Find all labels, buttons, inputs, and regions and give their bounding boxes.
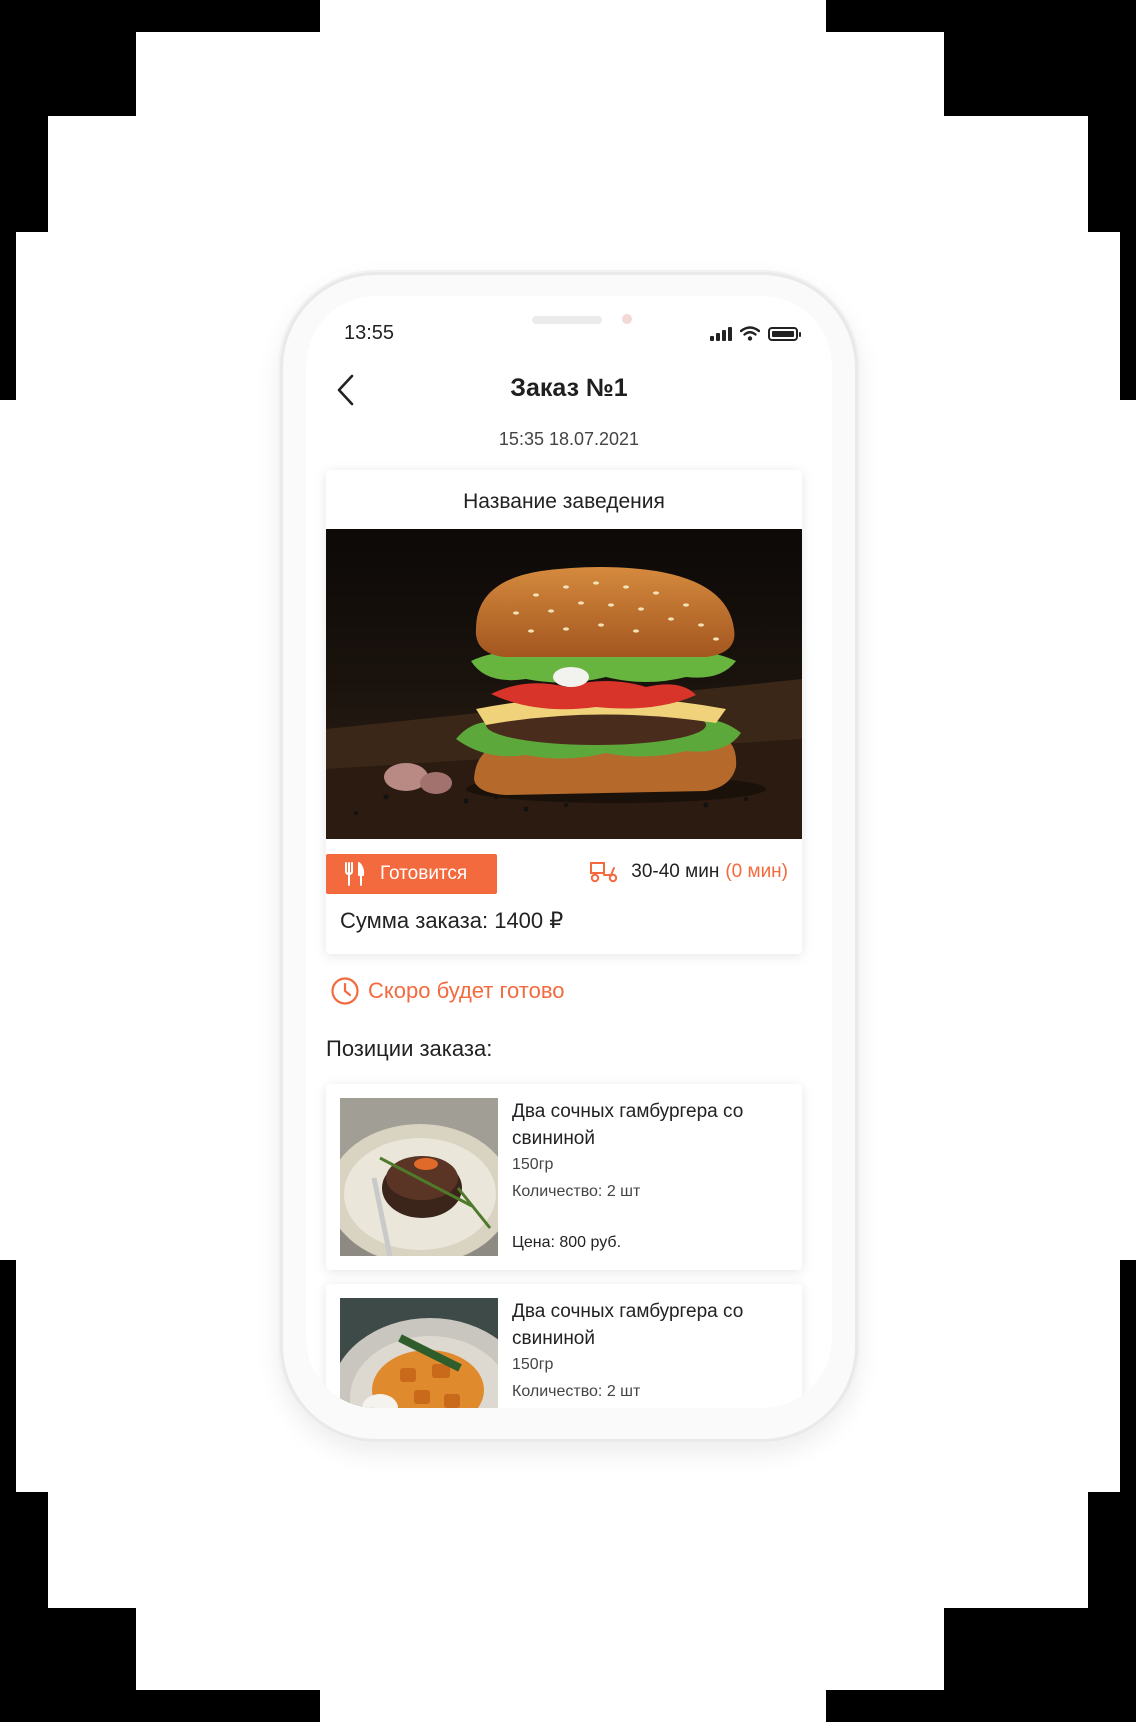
delivery-delay: (0 мин) [725, 861, 788, 882]
page-title: Заказ №1 [510, 374, 628, 402]
venue-name: Название заведения [463, 490, 665, 513]
item-title: Два сочных гамбургера со свининой [512, 1101, 744, 1149]
order-item-card[interactable]: Два сочных гамбургера со свининой 150гр … [326, 1084, 802, 1270]
curry-photo [340, 1298, 498, 1408]
camera-dot [622, 314, 632, 324]
venue-card[interactable]: Название заведения Готовится 30-40 мин (… [326, 470, 802, 954]
wifi-icon [740, 326, 760, 341]
ready-notice: Скоро будет готово [330, 976, 565, 1006]
signal-icon [710, 327, 732, 341]
speaker-grille [532, 316, 602, 324]
order-datetime: 15:35 18.07.2021 [498, 429, 640, 449]
fork-knife-icon [345, 862, 365, 886]
item-quantity: Количество: 2 шт [512, 1383, 641, 1400]
order-total: Сумма заказа: 1400 ₽ [340, 908, 564, 933]
item-title: Два сочных гамбургера со свининой [512, 1301, 744, 1349]
status-time: 13:55 [344, 322, 395, 344]
delivery-time: 30-40 мин (0 мин) [589, 860, 788, 884]
status-badge-label: Готовится [380, 863, 468, 884]
status-badge: Готовится [326, 854, 497, 894]
battery-icon [768, 327, 801, 341]
delivery-time-value: 30-40 мин [631, 861, 720, 882]
order-item-card[interactable]: Два сочных гамбургера со свининой 150гр … [326, 1284, 802, 1408]
item-weight: 150гр [512, 1356, 554, 1373]
item-price: Цена: 800 руб. [512, 1234, 622, 1251]
status-icons [710, 326, 801, 341]
clock-icon [331, 977, 359, 1005]
burger-photo [326, 529, 802, 839]
positions-title: Позиции заказа: [326, 1036, 493, 1061]
steak-photo [340, 1098, 498, 1256]
item-weight: 150гр [512, 1156, 554, 1173]
delivery-scooter-icon [590, 862, 618, 883]
phone-screen: 13:55 Заказ №1 15:35 18.07.2021 Название… [306, 296, 832, 1408]
ready-notice-text: Скоро будет готово [368, 978, 565, 1003]
item-quantity: Количество: 2 шт [512, 1183, 641, 1200]
